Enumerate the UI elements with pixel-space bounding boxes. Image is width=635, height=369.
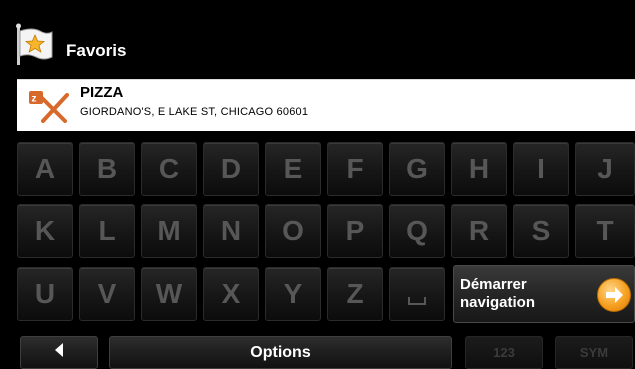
start-navigation-line2: navigation <box>460 294 536 311</box>
svg-text:z: z <box>32 94 37 105</box>
space-bar-icon <box>408 297 426 305</box>
back-arrow-icon <box>54 343 64 362</box>
header-bar <box>0 0 635 78</box>
key-p[interactable]: P <box>327 204 383 258</box>
start-navigation-label: Démarrer navigation <box>460 276 580 312</box>
key-w[interactable]: W <box>141 267 197 321</box>
key-n[interactable]: N <box>203 204 259 258</box>
favorite-address: GIORDANO'S, E LAKE ST, CHICAGO 60601 <box>80 106 309 118</box>
numeric-keyboard-button[interactable]: 123 <box>465 336 543 369</box>
key-d[interactable]: D <box>203 142 259 196</box>
key-q[interactable]: Q <box>389 204 445 258</box>
key-c[interactable]: C <box>141 142 197 196</box>
restaurant-icon: z <box>27 89 73 123</box>
key-s[interactable]: S <box>513 204 569 258</box>
star-flag-icon <box>14 23 54 67</box>
back-button[interactable] <box>20 336 98 369</box>
key-h[interactable]: H <box>451 142 507 196</box>
key-e[interactable]: E <box>265 142 321 196</box>
key-o[interactable]: O <box>265 204 321 258</box>
favorite-name: PIZZA <box>80 84 124 101</box>
key-g[interactable]: G <box>389 142 445 196</box>
key-a[interactable]: A <box>17 142 73 196</box>
key-k[interactable]: K <box>17 204 73 258</box>
key-b[interactable]: B <box>79 142 135 196</box>
key-m[interactable]: M <box>141 204 197 258</box>
options-button[interactable]: Options <box>109 336 452 369</box>
symbols-keyboard-button[interactable]: SYM <box>555 336 633 369</box>
key-u[interactable]: U <box>17 267 73 321</box>
key-t[interactable]: T <box>575 204 635 258</box>
key-j[interactable]: J <box>575 142 635 196</box>
space-key[interactable] <box>389 267 445 321</box>
key-r[interactable]: R <box>451 204 507 258</box>
arrow-right-circle-icon <box>597 278 631 312</box>
key-z[interactable]: Z <box>327 267 383 321</box>
start-navigation-line1: Démarrer <box>460 276 527 293</box>
page-title: Favoris <box>66 41 127 60</box>
key-f[interactable]: F <box>327 142 383 196</box>
key-i[interactable]: I <box>513 142 569 196</box>
key-v[interactable]: V <box>79 267 135 321</box>
key-y[interactable]: Y <box>265 267 321 321</box>
key-x[interactable]: X <box>203 267 259 321</box>
key-l[interactable]: L <box>79 204 135 258</box>
